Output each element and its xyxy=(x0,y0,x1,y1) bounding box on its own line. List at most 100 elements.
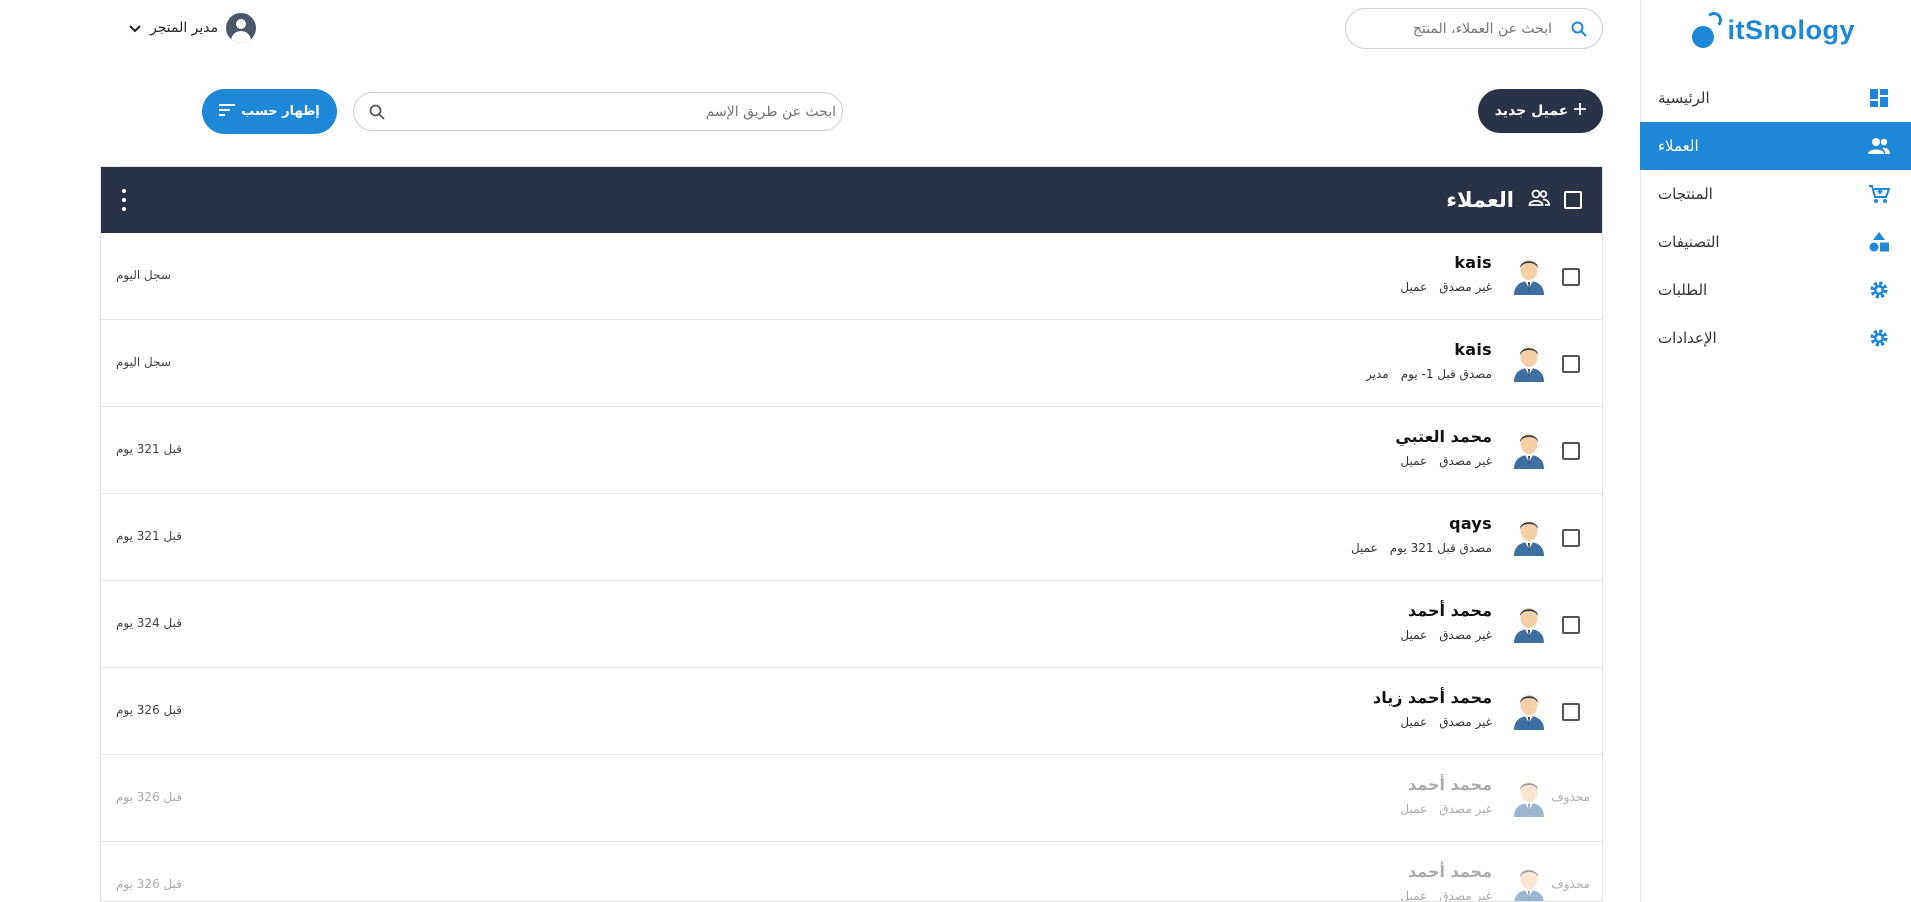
row-checkbox[interactable] xyxy=(1562,442,1580,460)
customer-meta: غير مصدق عميل xyxy=(1400,280,1492,294)
registered-time: قبل 324 يوم xyxy=(116,616,182,630)
new-customer-label: عميل جديد xyxy=(1494,103,1569,119)
row-checkbox[interactable] xyxy=(1562,703,1580,721)
customer-name[interactable]: qays xyxy=(1351,514,1492,533)
registered-time: سجل اليوم xyxy=(116,355,171,369)
customer-row[interactable]: محمد أحمد غير مصدق عميل قبل 324 يوم xyxy=(101,581,1602,668)
customer-name[interactable]: محمد أحمد xyxy=(1400,775,1492,794)
logo-mark-icon xyxy=(1688,8,1728,52)
cart-icon xyxy=(1867,182,1891,206)
more-options-icon[interactable] xyxy=(121,189,127,211)
customer-role: مدير xyxy=(1366,367,1389,381)
search-icon xyxy=(1570,20,1588,38)
sidebar-item-categories[interactable]: التصنيفات xyxy=(1640,218,1911,266)
customer-meta: غير مصدق عميل xyxy=(1400,628,1492,642)
verification-status: غير مصدق xyxy=(1439,628,1492,642)
customer-name[interactable]: محمد العتبي xyxy=(1395,427,1492,446)
sidebar-item-label: الرئيسية xyxy=(1658,89,1710,107)
customer-row[interactable]: qays مصدق قبل 321 يوم عميل قبل 321 يوم xyxy=(101,494,1602,581)
users-icon xyxy=(1867,134,1891,158)
customer-avatar-icon xyxy=(1511,429,1547,469)
customer-info: qays مصدق قبل 321 يوم عميل xyxy=(1351,514,1492,555)
verification-status: غير مصدق xyxy=(1439,889,1492,902)
customer-name[interactable]: kais xyxy=(1400,253,1492,272)
plus-icon xyxy=(1574,103,1587,119)
global-search[interactable] xyxy=(1345,8,1603,49)
gear-icon xyxy=(1867,326,1891,350)
sidebar-item-label: الإعدادات xyxy=(1658,329,1717,347)
customer-avatar-icon xyxy=(1511,255,1547,295)
customer-info: kais مصدق قبل 1- يوم مدير xyxy=(1366,340,1492,381)
row-checkbox[interactable] xyxy=(1562,268,1580,286)
customer-info: kais غير مصدق عميل xyxy=(1400,253,1492,294)
sidebar-item-home[interactable]: الرئيسية xyxy=(1640,74,1911,122)
customers-panel: العملاء kais غير مصدق عميل سجل اليوم kais مص… xyxy=(100,166,1603,902)
verification-status: مصدق قبل 1- يوم xyxy=(1400,367,1492,381)
new-customer-button[interactable]: عميل جديد xyxy=(1478,89,1603,133)
customer-role: عميل xyxy=(1400,889,1428,902)
customer-meta: غير مصدق عميل xyxy=(1373,715,1492,729)
verification-status: مصدق قبل 321 يوم xyxy=(1389,541,1492,555)
users-icon xyxy=(1528,189,1550,211)
customer-meta: غير مصدق عميل xyxy=(1395,454,1492,468)
row-checkbox[interactable] xyxy=(1562,529,1580,547)
customer-row[interactable]: kais مصدق قبل 1- يوم مدير سجل اليوم xyxy=(101,320,1602,407)
global-search-input[interactable] xyxy=(1372,20,1552,37)
app-root: itSnology الرئيسية العملاء المنتجات التص… xyxy=(0,0,1911,902)
row-checkbox[interactable] xyxy=(1562,355,1580,373)
name-search-input[interactable] xyxy=(406,103,836,120)
select-all-checkbox[interactable] xyxy=(1564,191,1582,209)
customer-meta: غير مصدق عميل xyxy=(1400,889,1492,902)
customer-row[interactable]: محمد العتبي غير مصدق عميل قبل 321 يوم xyxy=(101,407,1602,494)
customer-avatar-icon xyxy=(1511,777,1547,817)
registered-time: قبل 326 يوم xyxy=(116,877,182,891)
panel-title-group: العملاء xyxy=(1446,167,1582,233)
sidebar-item-products[interactable]: المنتجات xyxy=(1640,170,1911,218)
customer-info: محمد أحمد غير مصدق عميل xyxy=(1400,862,1492,902)
deleted-tag: محذوف xyxy=(1551,877,1590,891)
customer-role: عميل xyxy=(1350,541,1378,555)
show-by-button[interactable]: إظهار حسب xyxy=(202,89,337,134)
registered-time: قبل 321 يوم xyxy=(116,442,182,456)
customer-role: عميل xyxy=(1400,715,1428,729)
panel-title: العملاء xyxy=(1446,188,1514,212)
customer-role: عميل xyxy=(1400,454,1428,468)
customer-info: محمد أحمد غير مصدق عميل xyxy=(1400,775,1492,816)
row-checkbox[interactable] xyxy=(1562,616,1580,634)
sidebar-item-customers[interactable]: العملاء xyxy=(1640,122,1911,170)
chevron-down-icon xyxy=(128,21,142,35)
customer-info: محمد العتبي غير مصدق عميل xyxy=(1395,427,1492,468)
name-search[interactable] xyxy=(353,92,843,131)
logo[interactable]: itSnology xyxy=(1685,8,1855,52)
sidebar-item-settings[interactable]: الإعدادات xyxy=(1640,314,1911,362)
customer-name[interactable]: محمد أحمد xyxy=(1400,862,1492,881)
sidebar: itSnology الرئيسية العملاء المنتجات التص… xyxy=(1640,0,1911,902)
customer-row[interactable]: محذوف محمد أحمد غير مصدق عميل قبل 326 يوم xyxy=(101,842,1602,902)
shapes-icon xyxy=(1867,230,1891,254)
gear-icon xyxy=(1867,278,1891,302)
sidebar-nav: الرئيسية العملاء المنتجات التصنيفات الطل… xyxy=(1640,74,1911,362)
customer-role: عميل xyxy=(1400,280,1428,294)
customer-row[interactable]: kais غير مصدق عميل سجل اليوم xyxy=(101,233,1602,320)
customer-role: عميل xyxy=(1400,802,1428,816)
customer-info: محمد أحمد غير مصدق عميل xyxy=(1400,601,1492,642)
customer-name[interactable]: محمد أحمد xyxy=(1400,601,1492,620)
registered-time: سجل اليوم xyxy=(116,268,171,282)
customer-row[interactable]: محذوف محمد أحمد غير مصدق عميل قبل 326 يوم xyxy=(101,755,1602,842)
dashboard-icon xyxy=(1867,86,1891,110)
customer-name[interactable]: kais xyxy=(1366,340,1492,359)
customer-meta: غير مصدق عميل xyxy=(1400,802,1492,816)
verification-status: غير مصدق xyxy=(1439,802,1492,816)
verification-status: غير مصدق xyxy=(1439,454,1492,468)
sidebar-item-orders[interactable]: الطلبات xyxy=(1640,266,1911,314)
user-menu[interactable]: مدير المتجر xyxy=(128,12,257,44)
customer-row[interactable]: محمد أحمد زياد غير مصدق عميل قبل 326 يوم xyxy=(101,668,1602,755)
registered-time: قبل 321 يوم xyxy=(116,529,182,543)
verification-status: غير مصدق xyxy=(1439,715,1492,729)
customer-avatar-icon xyxy=(1511,603,1547,643)
customer-avatar-icon xyxy=(1511,516,1547,556)
customer-info: محمد أحمد زياد غير مصدق عميل xyxy=(1373,688,1492,729)
sidebar-item-label: الطلبات xyxy=(1658,281,1708,299)
customer-name[interactable]: محمد أحمد زياد xyxy=(1373,688,1492,707)
customer-list: kais غير مصدق عميل سجل اليوم kais مصدق قبل 1… xyxy=(101,233,1602,902)
